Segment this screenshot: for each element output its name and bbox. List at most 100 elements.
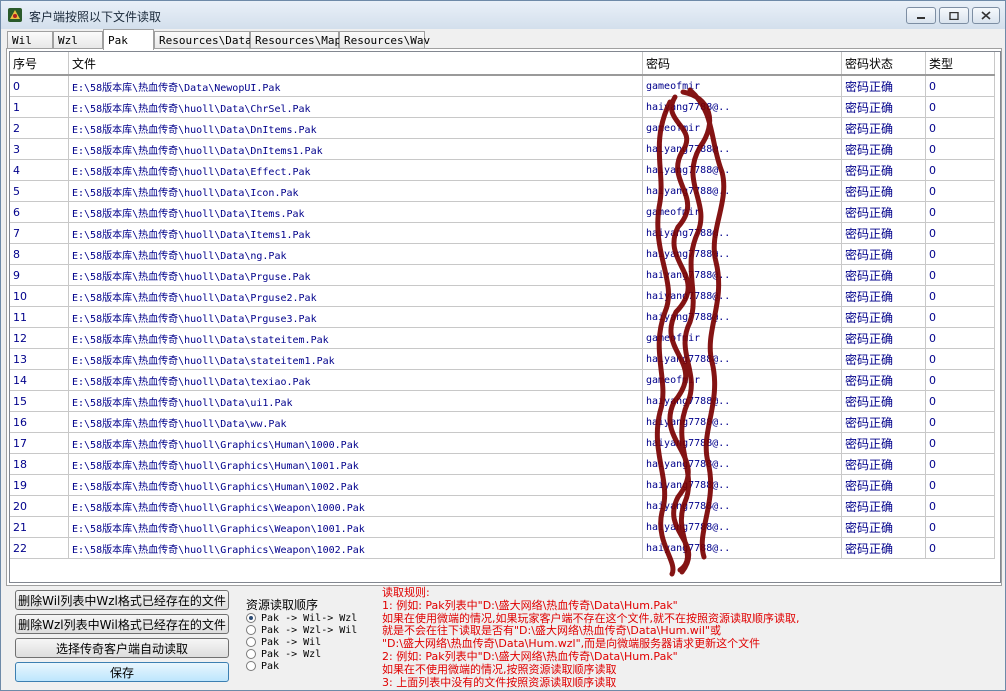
cell-type: 0 [926, 244, 995, 264]
cell-type: 0 [926, 307, 995, 327]
table-row[interactable]: 8 E:\58版本库\热血传奇\huoll\Data\ng.Pak haiyang7… [10, 244, 995, 265]
table-row[interactable]: 16 E:\58版本库\热血传奇\huoll\Data\ww.Pak haiyang… [10, 412, 995, 433]
maximize-button[interactable] [939, 7, 969, 24]
table-row[interactable]: 15 E:\58版本库\热血传奇\huoll\Data\ui1.Pak haiyan… [10, 391, 995, 412]
cell-password-status: 密码正确 [842, 454, 926, 474]
tab-pak[interactable]: Pak [103, 29, 154, 50]
radio-order-4[interactable]: Pak [246, 660, 279, 672]
select-client-button[interactable]: 选择传奇客户端自动读取 [15, 638, 229, 658]
cell-password-status: 密码正确 [842, 517, 926, 537]
tab-label: Resources\Data [159, 34, 252, 47]
tab-label: Resources\Map [255, 34, 342, 47]
table-row[interactable]: 4 E:\58版本库\热血传奇\huoll\Data\Effect.Pak haiy… [10, 160, 995, 181]
close-icon [981, 11, 991, 20]
read-order-title: 资源读取顺序 [246, 598, 319, 612]
rule-line: 3: 上面列表中没有的文件按照资源读取顺序读取 [382, 675, 617, 689]
cell-file: E:\58版本库\热血传奇\huoll\Data\ng.Pak [69, 244, 643, 264]
radio-order-3[interactable]: Pak -> Wzl [246, 648, 321, 660]
radio-label: Pak -> Wil [261, 636, 322, 648]
cell-password: haiyang7788@.. [643, 412, 842, 432]
table-row[interactable]: 1 E:\58版本库\热血传奇\huoll\Data\ChrSel.Pak haiy… [10, 97, 995, 118]
cell-type: 0 [926, 328, 995, 348]
cell-password-status: 密码正确 [842, 118, 926, 138]
delete-wzl-in-wil-button[interactable]: 删除Wil列表中Wzl格式已经存在的文件 [15, 590, 229, 610]
column-header-index[interactable]: 序号 [10, 52, 69, 74]
cell-type: 0 [926, 475, 995, 495]
cell-password-status: 密码正确 [842, 223, 926, 243]
close-button[interactable] [972, 7, 1000, 24]
cell-file: E:\58版本库\热血传奇\huoll\Graphics\Human\1002.… [69, 475, 643, 495]
cell-type: 0 [926, 202, 995, 222]
cell-index: 18 [10, 454, 69, 474]
table-row[interactable]: 0 E:\58版本库\热血传奇\Data\NewopUI.Pak gameofmir… [10, 76, 995, 97]
table-row[interactable]: 19 E:\58版本库\热血传奇\huoll\Graphics\Human\100… [10, 475, 995, 496]
cell-password: haiyang7788@.. [643, 391, 842, 411]
cell-index: 12 [10, 328, 69, 348]
tab-resources-wav[interactable]: Resources\Wav [339, 31, 430, 49]
cell-password-status: 密码正确 [842, 475, 926, 495]
tab-label: Wil [12, 34, 32, 47]
tab-wzl[interactable]: Wzl [53, 31, 103, 49]
table-row[interactable]: 21 E:\58版本库\热血传奇\huoll\Graphics\Weapon\10… [10, 517, 995, 538]
cell-password: gameofmir [643, 202, 842, 222]
radio-label: Pak -> Wil-> Wzl [261, 612, 358, 624]
cell-password: haiyang7788@.. [643, 265, 842, 285]
radio-order-2[interactable]: Pak -> Wil [246, 636, 321, 648]
read-rules-text: 读取规则: 1: 例如: Pak列表中"D:\盛大网络\热血传奇\Data\Hu… [382, 586, 1002, 689]
cell-type: 0 [926, 517, 995, 537]
column-header-password[interactable]: 密码 [643, 52, 842, 74]
table-row[interactable]: 5 E:\58版本库\热血传奇\huoll\Data\Icon.Pak haiyan… [10, 181, 995, 202]
cell-password-status: 密码正确 [842, 370, 926, 390]
radio-label: Pak [261, 660, 280, 672]
cell-index: 1 [10, 97, 69, 117]
cell-file: E:\58版本库\热血传奇\huoll\Data\Effect.Pak [69, 160, 643, 180]
table-row[interactable]: 6 E:\58版本库\热血传奇\huoll\Data\Items.Pak gameo… [10, 202, 995, 223]
cell-password-status: 密码正确 [842, 538, 926, 558]
table-row[interactable]: 2 E:\58版本库\热血传奇\huoll\Data\DnItems.Pak gam… [10, 118, 995, 139]
cell-type: 0 [926, 76, 995, 96]
cell-file: E:\58版本库\热血传奇\huoll\Data\ChrSel.Pak [69, 97, 643, 117]
tab-wil[interactable]: Wil [7, 31, 53, 49]
radio-order-1[interactable]: Pak -> Wzl-> Wil [246, 624, 357, 636]
table-row[interactable]: 20 E:\58版本库\热血传奇\huoll\Graphics\Weapon\10… [10, 496, 995, 517]
cell-file: E:\58版本库\热血传奇\huoll\Graphics\Weapon\1000… [69, 496, 643, 516]
window-title: 客户端按照以下文件读取 [29, 10, 162, 24]
cell-type: 0 [926, 160, 995, 180]
title-bar[interactable]: 客户端按照以下文件读取 [1, 1, 1005, 29]
cell-index: 21 [10, 517, 69, 537]
cell-password-status: 密码正确 [842, 202, 926, 222]
cell-password: haiyang7788@.. [643, 244, 842, 264]
table-row[interactable]: 12 E:\58版本库\热血传奇\huoll\Data\stateitem.Pak… [10, 328, 995, 349]
cell-index: 10 [10, 286, 69, 306]
cell-file: E:\58版本库\热血传奇\huoll\Data\Items1.Pak [69, 223, 643, 243]
table-row[interactable]: 9 E:\58版本库\热血传奇\huoll\Data\Prguse.Pak haiy… [10, 265, 995, 286]
cell-file: E:\58版本库\热血传奇\huoll\Data\Prguse2.Pak [69, 286, 643, 306]
cell-index: 14 [10, 370, 69, 390]
radio-order-0[interactable]: Pak -> Wil-> Wzl [246, 612, 357, 624]
pak-file-table[interactable]: 序号 文件 密码 密码状态 类型 0 E:\58版本库\热血传奇\Data\New… [9, 51, 1001, 583]
save-button[interactable]: 保存 [15, 662, 229, 682]
table-row[interactable]: 13 E:\58版本库\热血传奇\huoll\Data\stateitem1.Pa… [10, 349, 995, 370]
table-row[interactable]: 10 E:\58版本库\热血传奇\huoll\Data\Prguse2.Pak ha… [10, 286, 995, 307]
column-header-password-status[interactable]: 密码状态 [842, 52, 926, 74]
tab-resources-map[interactable]: Resources\Map [250, 31, 342, 49]
cell-index: 4 [10, 160, 69, 180]
table-row[interactable]: 7 E:\58版本库\热血传奇\huoll\Data\Items1.Pak haiy… [10, 223, 995, 244]
table-row[interactable]: 14 E:\58版本库\热血传奇\huoll\Data\texiao.Pak gam… [10, 370, 995, 391]
rule-line: 读取规则: [382, 586, 430, 599]
tab-resources-data[interactable]: Resources\Data [154, 31, 252, 49]
column-header-type[interactable]: 类型 [926, 52, 995, 74]
cell-password: haiyang7788@.. [643, 496, 842, 516]
column-header-file[interactable]: 文件 [69, 52, 643, 74]
table-row[interactable]: 22 E:\58版本库\热血传奇\huoll\Graphics\Weapon\10… [10, 538, 995, 559]
delete-wil-in-wzl-button[interactable]: 删除Wzl列表中Wil格式已经存在的文件 [15, 614, 229, 634]
cell-file: E:\58版本库\热血传奇\huoll\Graphics\Weapon\1002… [69, 538, 643, 558]
table-row[interactable]: 3 E:\58版本库\热血传奇\huoll\Data\DnItems1.Pak ha… [10, 139, 995, 160]
tab-label: Pak [108, 33, 128, 47]
cell-index: 9 [10, 265, 69, 285]
table-row[interactable]: 11 E:\58版本库\热血传奇\huoll\Data\Prguse3.Pak ha… [10, 307, 995, 328]
table-row[interactable]: 17 E:\58版本库\热血传奇\huoll\Graphics\Human\100… [10, 433, 995, 454]
table-row[interactable]: 18 E:\58版本库\热血传奇\huoll\Graphics\Human\100… [10, 454, 995, 475]
minimize-button[interactable] [906, 7, 936, 24]
cell-password: haiyang7788@.. [643, 433, 842, 453]
